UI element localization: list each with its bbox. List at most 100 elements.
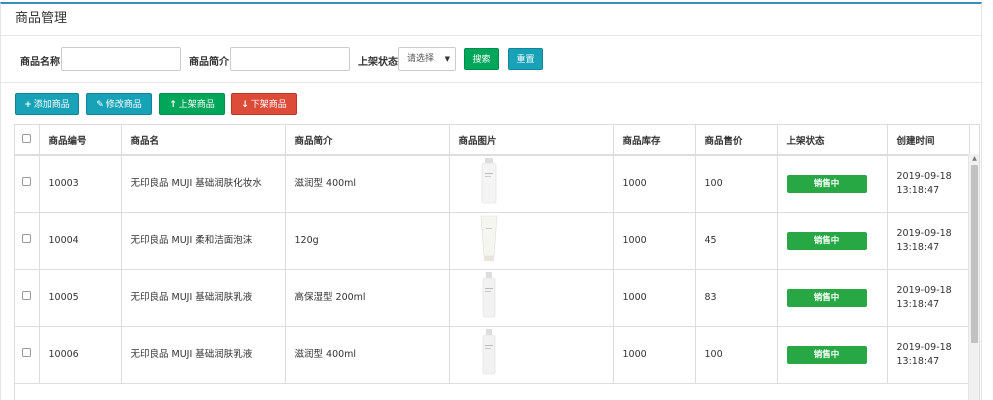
row-select-cell bbox=[15, 155, 40, 213]
column-header-status[interactable]: 上架状态 bbox=[777, 125, 888, 156]
cell-id: 10004 bbox=[39, 212, 122, 270]
cell-intro: 高保湿型 200ml bbox=[285, 269, 450, 327]
reset-button[interactable]: 重置 bbox=[508, 48, 543, 70]
select-all-cell bbox=[15, 125, 40, 156]
cell-status: 销售中 bbox=[777, 326, 888, 384]
product-table-container: 商品编号 商品名 商品简介 商品图片 商品库存 商品售价 上架状态 创建时间 1… bbox=[14, 124, 980, 400]
created-time: 13:18:47 bbox=[896, 184, 940, 196]
cell-image bbox=[449, 269, 614, 327]
created-time: 13:18:47 bbox=[896, 241, 940, 253]
created-date: 2019-09-18 bbox=[896, 170, 952, 182]
cell-image bbox=[449, 326, 614, 384]
cell-price: 100 bbox=[695, 326, 778, 384]
row-checkbox[interactable] bbox=[22, 176, 32, 186]
table-scrollbar[interactable]: ▲ bbox=[968, 154, 979, 400]
cell-price: 83 bbox=[695, 269, 778, 327]
column-header-name[interactable]: 商品名 bbox=[121, 125, 286, 156]
take-offline-button[interactable]: ↓ 下架商品 bbox=[231, 93, 297, 115]
status-badge: 销售中 bbox=[786, 345, 867, 364]
column-header-intro[interactable]: 商品简介 bbox=[285, 125, 450, 156]
search-button[interactable]: 搜索 bbox=[464, 48, 499, 70]
created-time: 13:18:47 bbox=[896, 355, 940, 367]
cell-stock: 1000 bbox=[613, 326, 696, 384]
put-online-button[interactable]: ↑ 上架商品 bbox=[159, 93, 225, 115]
scroll-up-icon[interactable]: ▲ bbox=[969, 154, 979, 164]
edit-product-button[interactable]: ✎ 修改商品 bbox=[86, 93, 152, 115]
status-badge: 销售中 bbox=[786, 288, 867, 307]
row-checkbox[interactable] bbox=[22, 233, 32, 243]
toolbar: + 添加商品 ✎ 修改商品 ↑ 上架商品 ↓ 下架商品 bbox=[1, 83, 981, 125]
product-name-input[interactable] bbox=[61, 47, 181, 71]
cell-name: 无印良品 MUJI 基础润肤乳液 bbox=[121, 326, 286, 384]
cleanser-tube-image bbox=[480, 215, 497, 261]
cell-name: 无印良品 MUJI 基础润肤化妆水 bbox=[121, 155, 286, 213]
cell-status: 销售中 bbox=[777, 155, 888, 213]
cell-created: 2019-09-18 13:18:47 bbox=[887, 212, 970, 270]
take-offline-label: 下架商品 bbox=[250, 100, 287, 110]
cell-stock: 1000 bbox=[613, 212, 696, 270]
scrollbar-thumb[interactable] bbox=[971, 165, 978, 343]
row-select-cell bbox=[15, 326, 40, 384]
cell-image bbox=[449, 155, 614, 213]
cell-price: 45 bbox=[695, 212, 778, 270]
row-checkbox[interactable] bbox=[22, 347, 32, 357]
status-badge: 销售中 bbox=[786, 231, 867, 250]
row-checkbox[interactable] bbox=[22, 290, 32, 300]
table-row[interactable]: 10003 无印良品 MUJI 基础润肤化妆水 滋润型 400ml 1000 1… bbox=[15, 155, 970, 213]
row-select-cell bbox=[15, 212, 40, 270]
cell-name: 无印良品 MUJI 柔和洁面泡沫 bbox=[121, 212, 286, 270]
status-badge: 销售中 bbox=[786, 174, 867, 193]
put-online-label: 上架商品 bbox=[178, 100, 215, 110]
edit-product-label: 修改商品 bbox=[105, 100, 142, 110]
cell-status: 销售中 bbox=[777, 269, 888, 327]
product-intro-input[interactable] bbox=[230, 47, 350, 71]
product-name-label: 商品名称 bbox=[20, 57, 60, 68]
cell-intro: 120g bbox=[285, 212, 450, 270]
table-row[interactable]: 10005 无印良品 MUJI 基础润肤乳液 高保湿型 200ml 1000 8… bbox=[15, 269, 970, 327]
product-intro-label: 商品简介 bbox=[189, 57, 229, 68]
add-product-label: 添加商品 bbox=[33, 100, 70, 110]
cell-id: 10006 bbox=[39, 326, 122, 384]
status-label: 上架状态 bbox=[358, 57, 398, 68]
table-row[interactable]: 10006 无印良品 MUJI 基础润肤乳液 滋润型 400ml 1000 10… bbox=[15, 326, 970, 384]
created-date: 2019-09-18 bbox=[896, 341, 952, 353]
cell-stock: 1000 bbox=[613, 155, 696, 213]
add-product-button[interactable]: + 添加商品 bbox=[15, 93, 79, 115]
status-select-value: 请选择 bbox=[407, 54, 435, 64]
chevron-down-icon: ▼ bbox=[444, 55, 450, 63]
column-header-image[interactable]: 商品图片 bbox=[449, 125, 614, 156]
cell-created: 2019-09-18 13:18:47 bbox=[887, 326, 970, 384]
search-form: 商品名称 商品简介 上架状态 请选择 ▼ 搜索 重置 bbox=[1, 36, 981, 83]
cell-intro: 滋润型 400ml bbox=[285, 326, 450, 384]
table-row[interactable]: 10004 无印良品 MUJI 柔和洁面泡沫 120g 1000 45 销售中 … bbox=[15, 212, 970, 270]
toner-bottle-image bbox=[481, 158, 496, 204]
cell-price: 100 bbox=[695, 155, 778, 213]
product-table: 商品编号 商品名 商品简介 商品图片 商品库存 商品售价 上架状态 创建时间 1… bbox=[15, 125, 970, 384]
created-date: 2019-09-18 bbox=[896, 284, 952, 296]
column-header-id[interactable]: 商品编号 bbox=[39, 125, 122, 156]
cell-intro: 滋润型 400ml bbox=[285, 155, 450, 213]
cell-created: 2019-09-18 13:18:47 bbox=[887, 155, 970, 213]
cell-id: 10005 bbox=[39, 269, 122, 327]
cell-name: 无印良品 MUJI 基础润肤乳液 bbox=[121, 269, 286, 327]
column-header-price[interactable]: 商品售价 bbox=[695, 125, 778, 156]
column-header-stock[interactable]: 商品库存 bbox=[613, 125, 696, 156]
table-header-row: 商品编号 商品名 商品简介 商品图片 商品库存 商品售价 上架状态 创建时间 bbox=[15, 125, 970, 156]
arrow-up-icon: ↑ bbox=[169, 100, 177, 110]
row-select-cell bbox=[15, 269, 40, 327]
status-select[interactable]: 请选择 ▼ bbox=[398, 47, 456, 71]
created-time: 13:18:47 bbox=[896, 298, 940, 310]
lotion-bottle-image bbox=[482, 329, 495, 375]
lotion-bottle-image bbox=[482, 272, 495, 318]
cell-created: 2019-09-18 13:18:47 bbox=[887, 269, 970, 327]
created-date: 2019-09-18 bbox=[896, 227, 952, 239]
panel-title: 商品管理 bbox=[1, 4, 981, 36]
column-header-created[interactable]: 创建时间 bbox=[887, 125, 970, 156]
arrow-down-icon: ↓ bbox=[241, 100, 249, 110]
cell-stock: 1000 bbox=[613, 269, 696, 327]
select-all-checkbox[interactable] bbox=[22, 133, 32, 143]
edit-icon: ✎ bbox=[96, 100, 104, 110]
cell-id: 10003 bbox=[39, 155, 122, 213]
plus-icon: + bbox=[24, 100, 32, 110]
cell-image bbox=[449, 212, 614, 270]
